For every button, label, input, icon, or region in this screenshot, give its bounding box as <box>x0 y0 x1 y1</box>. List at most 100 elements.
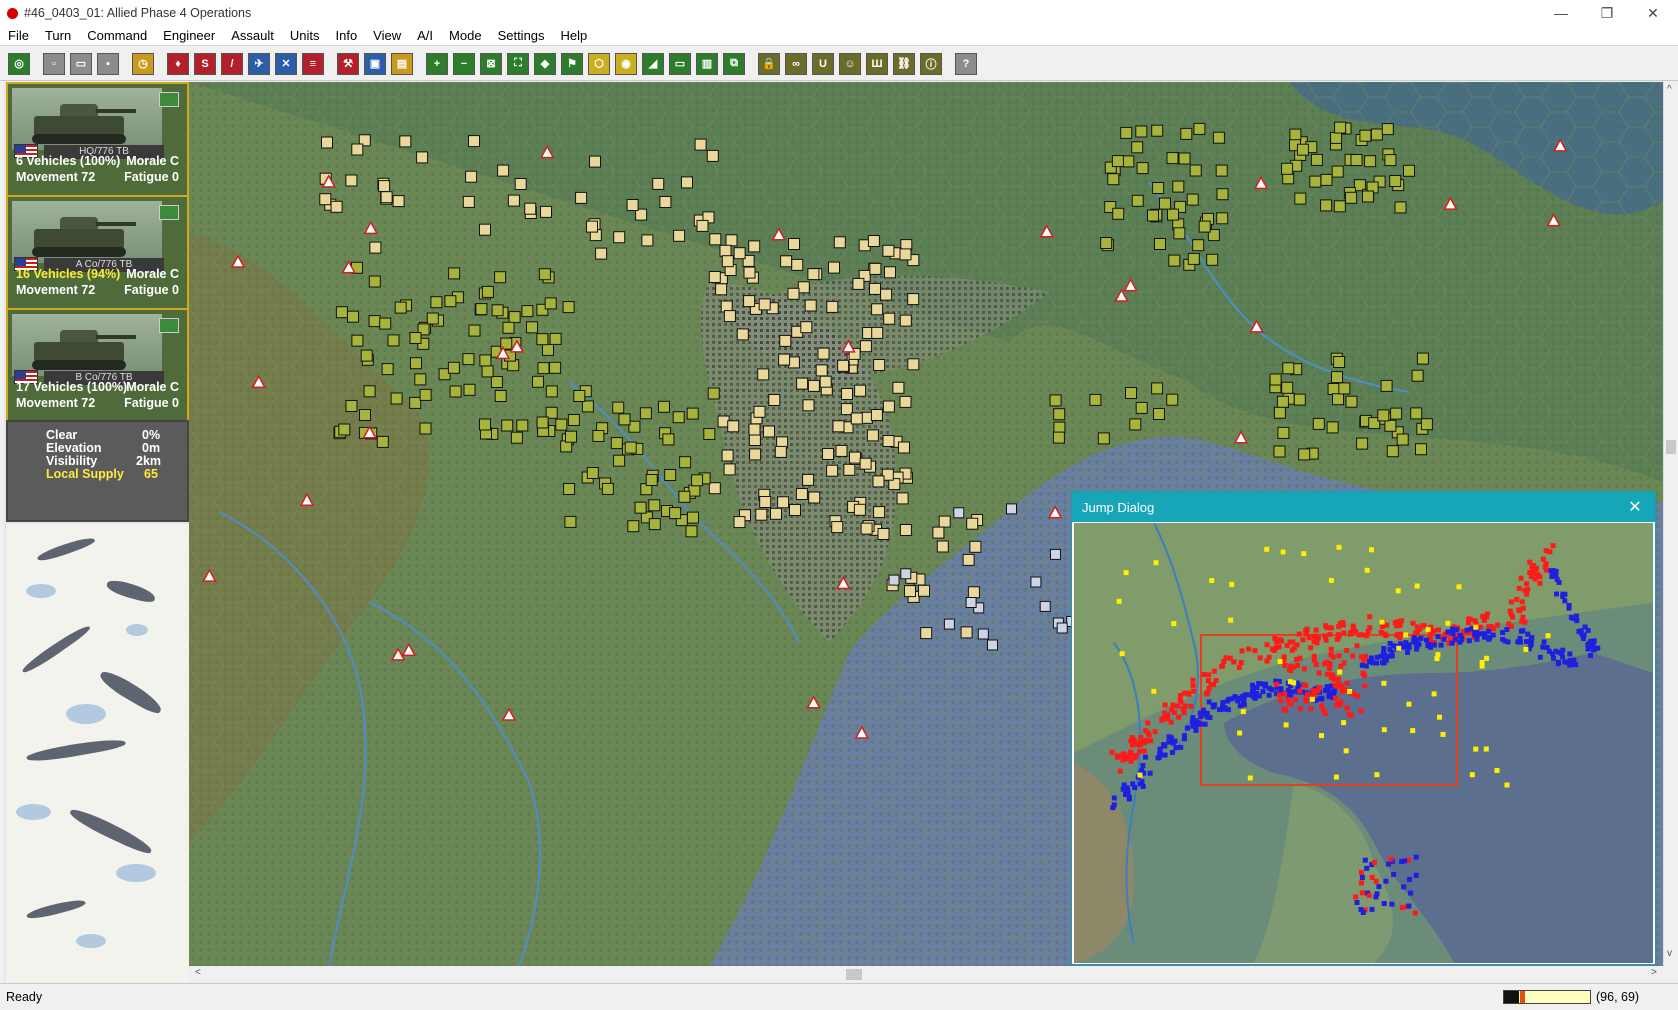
menu-mode[interactable]: Mode <box>441 28 490 43</box>
unit-counter[interactable] <box>532 375 544 388</box>
unit-counter[interactable] <box>707 387 720 400</box>
unit-counter[interactable] <box>1206 253 1219 266</box>
unit-counter[interactable] <box>932 526 945 539</box>
unit-counter[interactable] <box>545 385 558 398</box>
info-icon[interactable]: ⓘ <box>920 52 942 75</box>
unit-counter[interactable] <box>573 390 586 402</box>
unit-counter[interactable] <box>538 268 551 281</box>
unit-counter[interactable] <box>899 395 912 408</box>
unit-counter[interactable] <box>586 467 599 479</box>
menu-ai[interactable]: A/I <box>409 28 441 43</box>
unit-counter[interactable] <box>779 334 792 347</box>
unit-counter[interactable] <box>1296 143 1309 156</box>
unit-counter[interactable] <box>748 423 761 436</box>
unit-counter[interactable] <box>1298 448 1311 461</box>
unit-counter[interactable] <box>1338 382 1351 395</box>
unit-counter[interactable] <box>586 220 598 233</box>
close-button[interactable]: ✕ <box>1630 0 1676 26</box>
unit-counter[interactable] <box>1333 356 1346 368</box>
unit-counter[interactable] <box>662 433 675 446</box>
unit-counter[interactable] <box>1049 394 1062 407</box>
unit-counter[interactable] <box>351 143 364 156</box>
unit-counter[interactable] <box>828 261 840 274</box>
unit-counter[interactable] <box>1289 128 1302 141</box>
unit-counter[interactable] <box>575 191 588 204</box>
unit-counter[interactable] <box>1309 175 1322 188</box>
unit-counter[interactable] <box>394 301 407 314</box>
unit-counter[interactable] <box>1356 437 1369 450</box>
unit-counter[interactable] <box>748 240 761 253</box>
unit-counter[interactable] <box>1332 393 1344 406</box>
unit-counter[interactable] <box>1334 121 1347 134</box>
unit-counter[interactable] <box>444 295 457 308</box>
unit-counter[interactable] <box>882 244 895 257</box>
unit-counter[interactable] <box>706 149 719 162</box>
unit-counter[interactable] <box>791 258 804 271</box>
unit-card[interactable]: HQ/776 TB 6 Vehicles (100%) Morale C Mov… <box>6 82 189 197</box>
unit-counter[interactable] <box>768 394 781 406</box>
unit-counter[interactable] <box>721 449 734 462</box>
unit-counter[interactable] <box>479 223 491 236</box>
zoom-out-icon[interactable]: − <box>453 52 475 75</box>
menu-engineer[interactable]: Engineer <box>155 28 223 43</box>
unit-counter[interactable] <box>1180 127 1193 140</box>
unit-counter[interactable] <box>628 420 641 433</box>
unit-counter[interactable] <box>778 353 791 366</box>
unit-counter[interactable] <box>549 332 562 345</box>
unit-counter[interactable] <box>1147 209 1159 222</box>
unit-counter[interactable] <box>780 255 793 268</box>
smile-icon[interactable]: ☺ <box>839 52 861 75</box>
unit-counter[interactable] <box>581 400 594 413</box>
unit-counter[interactable] <box>804 299 817 312</box>
unit-counter[interactable] <box>1364 155 1377 168</box>
unit-counter[interactable] <box>555 418 568 431</box>
unit-counter[interactable] <box>378 180 391 193</box>
unit-counter[interactable] <box>694 138 707 151</box>
unit-counter[interactable] <box>468 324 481 337</box>
unit-counter[interactable] <box>319 193 332 206</box>
unit-counter[interactable] <box>673 229 686 242</box>
unit-counter[interactable] <box>826 300 839 313</box>
unit-counter[interactable] <box>796 377 809 390</box>
close-icon[interactable]: ✕ <box>1625 497 1645 517</box>
unit-counter[interactable] <box>494 271 507 284</box>
unit-counter[interactable] <box>419 388 432 401</box>
unit-counter[interactable] <box>652 177 665 190</box>
unit-counter[interactable] <box>345 400 358 412</box>
unit-counter[interactable] <box>904 585 916 598</box>
unit-counter[interactable] <box>1277 426 1290 439</box>
unit-counter[interactable] <box>664 469 677 481</box>
unit-counter[interactable] <box>567 414 580 426</box>
objective-icon[interactable]: ◉ <box>615 52 637 75</box>
unit-counter[interactable] <box>871 303 884 316</box>
unit-counter[interactable] <box>1153 408 1165 420</box>
unit-counter[interactable] <box>409 396 422 409</box>
unit-counter[interactable] <box>1320 173 1333 186</box>
unit-card[interactable]: A Co/776 TB 16 Vehicles (94%) Morale C M… <box>6 195 189 310</box>
unit-counter[interactable] <box>392 195 405 208</box>
unit-counter[interactable] <box>1331 371 1343 384</box>
scroll-left-arrow[interactable]: < <box>195 967 201 978</box>
unit-counter[interactable] <box>516 419 529 432</box>
unit-box-icon[interactable]: U <box>812 52 834 75</box>
menu-units[interactable]: Units <box>282 28 328 43</box>
unit-counter[interactable] <box>892 381 905 394</box>
unit-counter[interactable] <box>719 244 732 257</box>
unit-counter[interactable] <box>1135 401 1148 414</box>
unit-counter[interactable] <box>376 435 389 448</box>
unit-counter[interactable] <box>826 464 839 477</box>
unit-counter[interactable] <box>1097 432 1110 445</box>
unit-counter[interactable] <box>748 434 761 446</box>
unit-counter[interactable] <box>725 234 738 247</box>
stack-icon[interactable]: Ш <box>866 52 888 75</box>
unit-counter[interactable] <box>1187 252 1200 265</box>
unit-counter[interactable] <box>1151 124 1164 137</box>
unit-info-icon[interactable]: ▤ <box>391 52 413 75</box>
unit-counter[interactable] <box>832 420 845 433</box>
jump-dialog[interactable]: Jump Dialog ✕ <box>1071 491 1656 965</box>
unit-counter[interactable] <box>807 268 820 281</box>
naval-unit-counter[interactable] <box>888 574 900 586</box>
assault-icon[interactable]: ♦ <box>167 52 189 75</box>
new-icon[interactable]: ▫ <box>43 52 65 75</box>
restore-button[interactable]: ❐ <box>1584 0 1630 26</box>
